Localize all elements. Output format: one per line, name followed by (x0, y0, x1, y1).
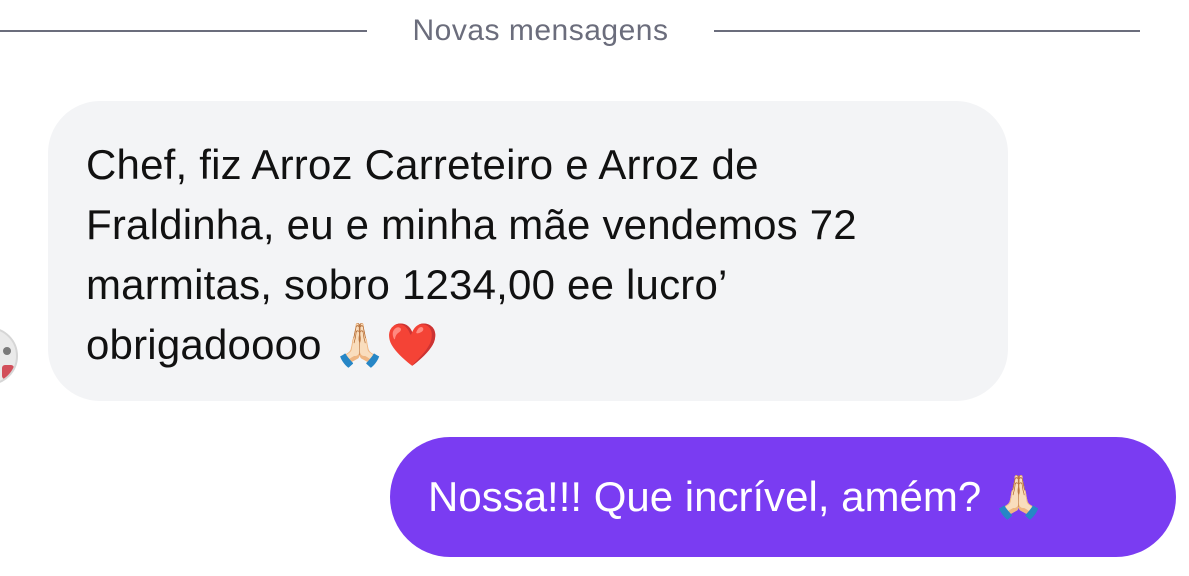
new-messages-divider: Novas mensagens (0, 10, 1189, 54)
outgoing-message-bubble[interactable]: Nossa!!! Que incrível, amém? 🙏🏻 (390, 437, 1176, 557)
divider-line-right (714, 30, 1140, 32)
sender-avatar[interactable] (0, 327, 18, 385)
divider-line-left (0, 30, 367, 32)
incoming-message-bubble[interactable]: Chef, fiz Arroz Carreteiro e Arroz de Fr… (48, 101, 1008, 401)
new-messages-label: Novas mensagens (412, 14, 669, 47)
outgoing-message-text: Nossa!!! Que incrível, amém? 🙏🏻 (428, 473, 1046, 520)
chat-thread: Novas mensagens Chef, fiz Arroz Carretei… (0, 0, 1189, 576)
incoming-message-text: Chef, fiz Arroz Carreteiro e Arroz de Fr… (86, 141, 857, 368)
